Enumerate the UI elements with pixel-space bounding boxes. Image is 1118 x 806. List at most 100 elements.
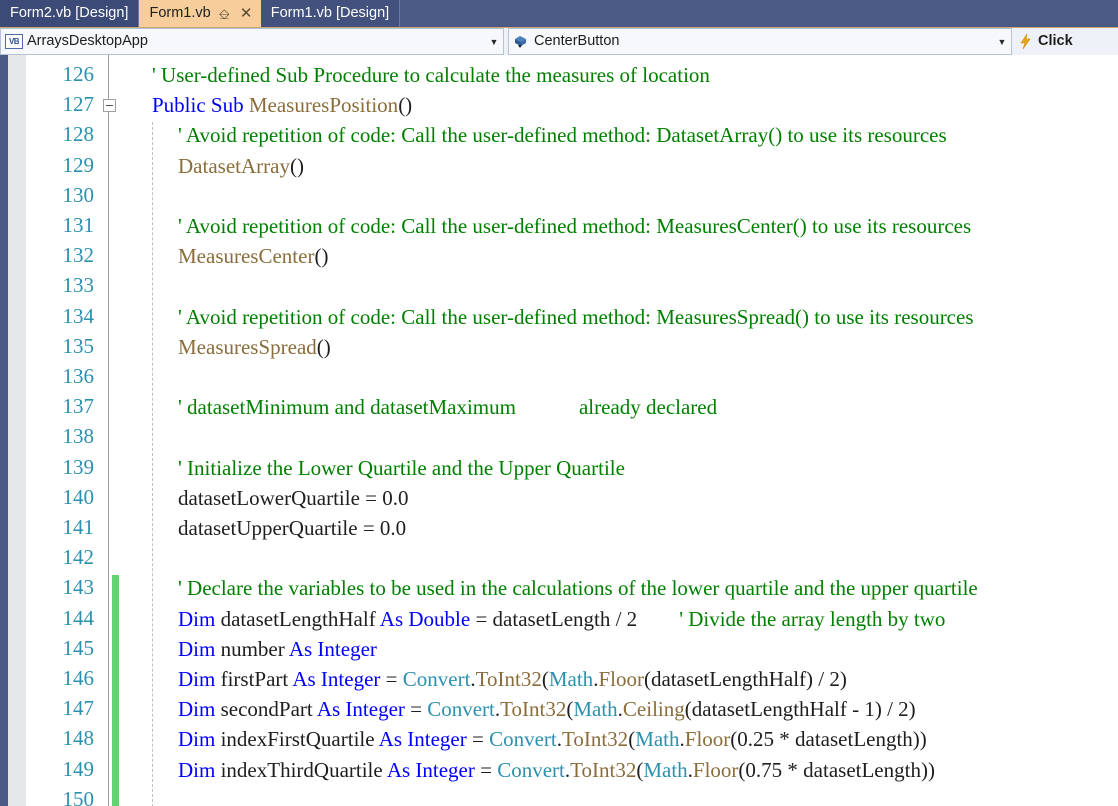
editor-tab-strip: Form2.vb [Design] Form1.vb ⎒ ✕ Form1.vb … (0, 0, 1118, 27)
code-line[interactable]: Public Sub MeasuresPosition() (152, 95, 412, 116)
line-number-gutter: 126 127 128 129 130 131 132 133 134 135 136 137 138 1… (26, 55, 102, 806)
code-line[interactable]: MeasuresSpread() (178, 334, 331, 359)
code-line[interactable] (178, 367, 183, 388)
code-line[interactable] (178, 790, 183, 806)
code-token: ( (541, 667, 549, 691)
line-number: 145 (62, 635, 95, 660)
code-editor[interactable]: 126 127 128 129 130 131 132 133 134 135 136 137 138 1… (0, 55, 1118, 806)
code-line[interactable]: MeasuresCenter() (178, 246, 328, 267)
code-token: = (385, 667, 403, 691)
code-token: datasetUpperQuartile = 0.0 (178, 516, 407, 540)
code-token: ToInt32 (475, 667, 542, 691)
outlining-vertical-line (108, 55, 109, 806)
code-line[interactable]: ' Declare the variables to be used in th… (178, 578, 978, 599)
code-line[interactable]: ' User-defined Sub Procedure to calculat… (152, 65, 710, 86)
line-number: 141 (62, 515, 95, 539)
code-token: MeasuresPosition (248, 93, 399, 118)
tab-form2-design[interactable]: Form2.vb [Design] (0, 0, 140, 27)
code-token: Floor (684, 727, 731, 752)
line-number: 150 (62, 786, 95, 806)
member-value: CenterButton (534, 34, 620, 49)
code-token: datasetLengthHalf (220, 606, 380, 631)
line-number: 131 (62, 213, 95, 237)
tab-form1-design[interactable]: Form1.vb [Design] (260, 0, 401, 27)
line-number: 142 (62, 545, 95, 570)
code-token: As Integer (316, 697, 411, 722)
line-number: 127 (62, 92, 95, 117)
event-dropdown[interactable]: Click (1012, 28, 1118, 55)
code-line[interactable]: ' Initialize the Lower Quartile and the … (178, 457, 625, 479)
code-line[interactable] (178, 276, 183, 297)
code-token: Dim (178, 757, 221, 782)
method-cube-icon (513, 34, 530, 50)
selection-margin[interactable] (0, 55, 8, 806)
code-line[interactable]: datasetUpperQuartile = 0.0 (178, 518, 406, 539)
tab-form1-code[interactable]: Form1.vb ⎒ ✕ (139, 0, 261, 27)
code-token: ' Avoid repetition of code: Call the use… (178, 214, 972, 238)
member-dropdown[interactable]: CenterButton ▼ (508, 28, 1012, 55)
code-line[interactable]: ' Avoid repetition of code: Call the use… (178, 306, 974, 328)
code-text-surface[interactable]: ' User-defined Sub Procedure to calculat… (119, 55, 1118, 806)
project-type-dropdown[interactable]: VB ArraysDesktopApp ▼ (0, 28, 504, 55)
indicator-margin[interactable] (8, 55, 26, 806)
code-token: ' User-defined Sub Procedure to calculat… (152, 63, 710, 87)
code-line[interactable]: Dim indexThirdQuartile As Integer = Conv… (178, 757, 935, 782)
code-token: Dim (178, 727, 221, 752)
pin-icon[interactable]: ⎒ (216, 4, 233, 24)
code-token: (0.75 * datasetLength)) (738, 757, 935, 782)
code-token: ' Avoid repetition of code: Call the use… (178, 123, 947, 148)
code-line[interactable]: datasetLowerQuartile = 0.0 (178, 487, 409, 509)
code-line[interactable]: ' datasetMinimum and datasetMaximum alre… (178, 397, 717, 418)
line-number: 137 (62, 394, 95, 419)
code-token: firstPart (220, 667, 293, 691)
code-line[interactable]: Dim indexFirstQuartile As Integer = Conv… (178, 729, 927, 750)
chevron-down-icon[interactable]: ▼ (995, 37, 1009, 47)
code-token: As Integer (292, 667, 386, 691)
code-token: indexFirstQuartile (220, 727, 379, 752)
code-line[interactable]: Dim secondPart As Integer = Convert.ToIn… (178, 699, 916, 720)
change-indicator-bar (112, 575, 119, 806)
line-number: 129 (62, 152, 95, 177)
line-number: 139 (62, 454, 95, 479)
code-line[interactable] (178, 186, 183, 207)
lightning-bolt-icon (1019, 33, 1032, 50)
tab-strip-empty-area (400, 0, 1118, 27)
line-number: 148 (62, 726, 95, 751)
code-token: ToInt32 (500, 697, 567, 722)
code-token: DatasetArray (178, 153, 290, 178)
chevron-down-icon[interactable]: ▼ (487, 37, 501, 47)
code-line[interactable] (178, 548, 183, 569)
line-number: 126 (62, 62, 95, 86)
code-token: As Double (379, 606, 476, 631)
code-token: ToInt32 (561, 727, 629, 752)
code-token: (datasetLengthHalf) / 2) (643, 667, 847, 691)
code-token: (datasetLengthHalf - 1) / 2) (684, 697, 916, 722)
code-line[interactable]: ' Avoid repetition of code: Call the use… (178, 216, 971, 237)
code-line[interactable]: DatasetArray() (178, 153, 304, 178)
code-token: indexThirdQuartile (220, 757, 387, 782)
line-number: 146 (62, 666, 95, 690)
code-token: ToInt32 (570, 757, 637, 782)
line-number: 128 (62, 122, 95, 147)
tab-label: Form1.vb (149, 5, 211, 22)
code-token: Dim (178, 697, 221, 722)
line-number: 138 (62, 424, 95, 449)
code-token: () (316, 334, 331, 359)
close-icon[interactable]: ✕ (238, 4, 255, 24)
code-line[interactable]: Dim firstPart As Integer = Convert.ToInt… (178, 669, 847, 690)
line-number: 133 (62, 273, 95, 298)
code-line[interactable]: Dim datasetLengthHalf As Double = datase… (178, 606, 946, 631)
code-token: Math (573, 697, 618, 722)
code-token: () (314, 244, 329, 269)
code-token: Math (548, 667, 594, 691)
code-line[interactable]: Dim number As Integer (178, 636, 377, 661)
code-token: ' Divide the array length by two (679, 606, 946, 631)
code-token: Dim (178, 636, 221, 661)
code-token: number (220, 636, 289, 661)
code-token: = (480, 757, 498, 782)
collapse-minus-icon[interactable] (103, 99, 116, 113)
event-value: Click (1038, 33, 1073, 50)
code-line[interactable]: ' Avoid repetition of code: Call the use… (178, 125, 947, 146)
code-line[interactable] (178, 427, 183, 448)
